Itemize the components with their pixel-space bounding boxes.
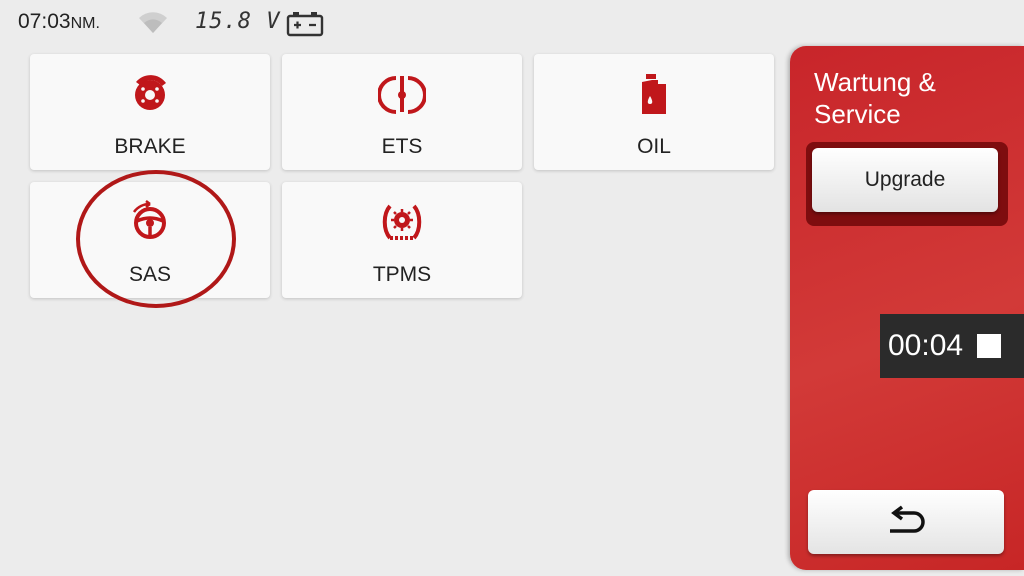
tile-oil[interactable]: OIL bbox=[534, 54, 774, 170]
tile-label: OIL bbox=[637, 135, 671, 158]
timer-value: 00:04 bbox=[888, 329, 964, 362]
voltage-readout: 15.8 V bbox=[195, 9, 281, 34]
battery-icon bbox=[286, 12, 324, 37]
steering-wheel-icon bbox=[132, 200, 166, 239]
tile-sas[interactable]: SAS bbox=[30, 182, 270, 298]
clock-time: 07:03 bbox=[18, 10, 71, 33]
tile-label: TPMS bbox=[372, 263, 432, 286]
tile-label: SAS bbox=[128, 263, 172, 286]
session-timer: 00:04 bbox=[880, 314, 1024, 378]
stop-icon[interactable] bbox=[977, 334, 1002, 358]
back-button[interactable] bbox=[808, 490, 1004, 554]
throttle-icon bbox=[378, 76, 426, 114]
side-panel: Wartung & Service Upgrade bbox=[790, 46, 1024, 570]
return-arrow-icon bbox=[890, 505, 925, 533]
oil-can-icon bbox=[642, 74, 666, 114]
clock: 07:03NM. bbox=[18, 10, 100, 34]
tile-tpms[interactable]: TPMS bbox=[282, 182, 522, 298]
tile-label: BRAKE bbox=[114, 135, 186, 158]
status-bar: 07:03NM. 15.8 V bbox=[0, 0, 1024, 44]
upgrade-button-frame: Upgrade bbox=[806, 142, 1008, 226]
brake-disc-icon bbox=[135, 75, 166, 110]
tile-label: ETS bbox=[381, 135, 423, 158]
wifi-icon bbox=[139, 12, 167, 34]
upgrade-button[interactable]: Upgrade bbox=[812, 148, 998, 212]
tile-ets[interactable]: ETS bbox=[282, 54, 522, 170]
clock-suffix: NM. bbox=[70, 15, 100, 32]
tile-brake[interactable]: BRAKE bbox=[30, 54, 270, 170]
panel-title: Wartung & Service bbox=[814, 67, 936, 129]
tire-pressure-icon bbox=[382, 204, 422, 240]
